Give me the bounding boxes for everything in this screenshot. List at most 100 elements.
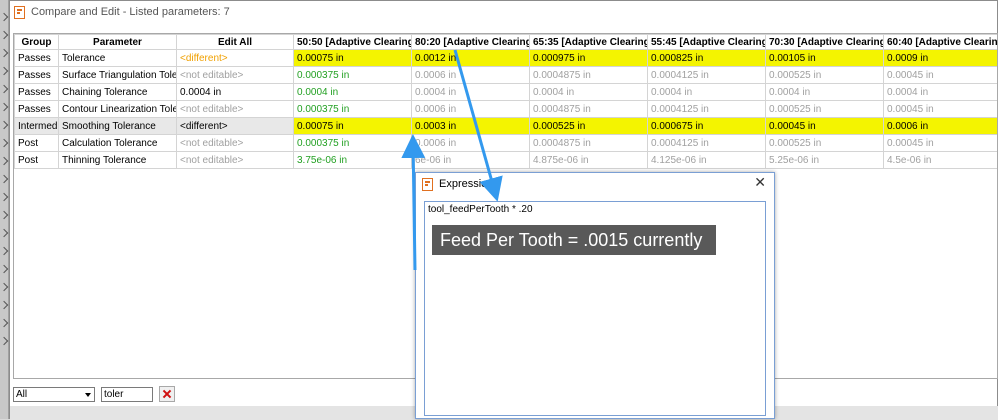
cell-value: 0.0004875 in bbox=[530, 135, 648, 152]
app-logo-icon bbox=[422, 178, 433, 191]
left-toolbar-strip bbox=[0, 0, 9, 419]
cell-value[interactable]: 0.0003 in bbox=[412, 118, 530, 135]
chevron-right-icon[interactable] bbox=[0, 247, 8, 255]
column-header-65-35[interactable]: 65:35 [Adaptive Clearing] bbox=[530, 35, 648, 50]
cell-value: 0.00045 in bbox=[884, 135, 998, 152]
parameter-search-input[interactable]: toler bbox=[101, 387, 153, 402]
cell-value[interactable]: 0.0004 in bbox=[412, 84, 530, 101]
cell-value[interactable]: 0.000975 in bbox=[530, 50, 648, 67]
chevron-right-icon[interactable] bbox=[0, 157, 8, 165]
cell-value[interactable]: 0.00045 in bbox=[766, 118, 884, 135]
cell-value[interactable]: 0.0004 in bbox=[530, 84, 648, 101]
cell-value: 0.000375 in bbox=[294, 101, 412, 118]
cell-parameter: Smoothing Tolerance bbox=[59, 118, 177, 135]
chevron-right-icon[interactable] bbox=[0, 121, 8, 129]
chevron-right-icon[interactable] bbox=[0, 175, 8, 183]
cell-value[interactable]: 0.0004 in bbox=[648, 84, 766, 101]
dialog-titlebar[interactable]: Expression bbox=[416, 173, 774, 195]
cell-value: 0.000525 in bbox=[766, 135, 884, 152]
chevron-right-icon[interactable] bbox=[0, 103, 8, 111]
cell-value: 0.00045 in bbox=[884, 101, 998, 118]
cell-edit-all[interactable]: <different> bbox=[177, 50, 294, 67]
cell-value[interactable]: 0.000675 in bbox=[648, 118, 766, 135]
cell-value: 0.0004875 in bbox=[530, 67, 648, 84]
table-header-row: Group Parameter Edit All 50:50 [Adaptive… bbox=[15, 35, 998, 50]
chevron-right-icon[interactable] bbox=[0, 301, 8, 309]
column-header-edit-all[interactable]: Edit All bbox=[177, 35, 294, 50]
cell-value: 0.0004125 in bbox=[648, 135, 766, 152]
table-row[interactable]: Post Thinning Tolerance <not editable> 3… bbox=[15, 152, 998, 169]
filter-bar: All toler bbox=[13, 384, 175, 404]
chevron-right-icon[interactable] bbox=[0, 229, 8, 237]
cell-group: Post bbox=[15, 135, 59, 152]
cell-value: 4.5e-06 in bbox=[884, 152, 998, 169]
cell-value: 4.875e-06 in bbox=[530, 152, 648, 169]
cell-value[interactable]: 0.0012 in bbox=[412, 50, 530, 67]
column-header-80-20[interactable]: 80:20 [Adaptive Clearing] bbox=[412, 35, 530, 50]
cell-edit-all: <not editable> bbox=[177, 101, 294, 118]
table-row[interactable]: Passes Surface Triangulation Tolerance <… bbox=[15, 67, 998, 84]
window-titlebar[interactable]: Compare and Edit - Listed parameters: 7 bbox=[10, 1, 997, 23]
close-icon[interactable]: ✕ bbox=[754, 176, 766, 190]
group-filter-value: All bbox=[16, 389, 27, 400]
chevron-right-icon[interactable] bbox=[0, 49, 8, 57]
cell-edit-all[interactable]: <different> bbox=[177, 118, 294, 135]
cell-value[interactable]: 0.00075 in bbox=[294, 118, 412, 135]
chevron-right-icon[interactable] bbox=[0, 283, 8, 291]
cell-value: 0.000375 in bbox=[294, 135, 412, 152]
column-header-60-40[interactable]: 60:40 [Adaptive Clearing] bbox=[884, 35, 998, 50]
table-row[interactable]: Passes Chaining Tolerance 0.0004 in 0.00… bbox=[15, 84, 998, 101]
column-header-70-30[interactable]: 70:30 [Adaptive Clearing] bbox=[766, 35, 884, 50]
cell-group: Passes bbox=[15, 101, 59, 118]
chevron-right-icon[interactable] bbox=[0, 337, 8, 345]
cell-value: 0.0006 in bbox=[412, 135, 530, 152]
app-logo-icon bbox=[14, 6, 25, 19]
cell-value[interactable]: 0.000525 in bbox=[530, 118, 648, 135]
cell-value[interactable]: 0.0006 in bbox=[884, 118, 998, 135]
table-row-selected[interactable]: Intermed... Smoothing Tolerance <differe… bbox=[15, 118, 998, 135]
cell-value[interactable]: 0.0004 in bbox=[766, 84, 884, 101]
cell-edit-all: <not editable> bbox=[177, 67, 294, 84]
clear-filter-button[interactable] bbox=[159, 386, 175, 402]
cell-value: 0.0004125 in bbox=[648, 67, 766, 84]
cell-value: 0.0004125 in bbox=[648, 101, 766, 118]
cell-value: 6e-06 in bbox=[412, 152, 530, 169]
cell-value[interactable]: 0.00075 in bbox=[294, 50, 412, 67]
chevron-right-icon[interactable] bbox=[0, 211, 8, 219]
group-filter-select[interactable]: All bbox=[13, 387, 95, 402]
cell-value: 0.0006 in bbox=[412, 67, 530, 84]
cell-parameter: Tolerance bbox=[59, 50, 177, 67]
chevron-right-icon[interactable] bbox=[0, 193, 8, 201]
cell-value[interactable]: 0.0004 in bbox=[884, 84, 998, 101]
table-row[interactable]: Passes Tolerance <different> 0.00075 in … bbox=[15, 50, 998, 67]
chevron-right-icon[interactable] bbox=[0, 31, 8, 39]
chevron-right-icon[interactable] bbox=[0, 13, 8, 21]
cell-parameter: Thinning Tolerance bbox=[59, 152, 177, 169]
chevron-right-icon[interactable] bbox=[0, 265, 8, 273]
column-header-parameter[interactable]: Parameter bbox=[59, 35, 177, 50]
cell-group: Intermed... bbox=[15, 118, 59, 135]
table-row[interactable]: Post Calculation Tolerance <not editable… bbox=[15, 135, 998, 152]
column-header-50-50[interactable]: 50:50 [Adaptive Clearing] bbox=[294, 35, 412, 50]
cell-value[interactable]: 0.000825 in bbox=[648, 50, 766, 67]
chevron-right-icon[interactable] bbox=[0, 139, 8, 147]
cell-value[interactable]: 0.0009 in bbox=[884, 50, 998, 67]
chevron-right-icon[interactable] bbox=[0, 85, 8, 93]
cell-value[interactable]: 0.0004 in bbox=[294, 84, 412, 101]
expression-dialog: Expression ✕ tool_feedPerTooth * .20 bbox=[415, 172, 775, 419]
column-header-group[interactable]: Group bbox=[15, 35, 59, 50]
cell-value: 0.000525 in bbox=[766, 101, 884, 118]
chevron-right-icon[interactable] bbox=[0, 319, 8, 327]
chevron-right-icon[interactable] bbox=[0, 67, 8, 75]
cell-value[interactable]: 0.00105 in bbox=[766, 50, 884, 67]
cell-edit-all[interactable]: 0.0004 in bbox=[177, 84, 294, 101]
dropdown-arrow-icon[interactable] bbox=[85, 393, 91, 397]
table-row[interactable]: Passes Contour Linearization Tolerance <… bbox=[15, 101, 998, 118]
cell-group: Passes bbox=[15, 67, 59, 84]
cell-value: 5.25e-06 in bbox=[766, 152, 884, 169]
cell-value: 0.000375 in bbox=[294, 67, 412, 84]
cell-edit-all: <not editable> bbox=[177, 135, 294, 152]
cell-value: 0.0004875 in bbox=[530, 101, 648, 118]
column-header-55-45[interactable]: 55:45 [Adaptive Clearing] bbox=[648, 35, 766, 50]
annotation-callout: Feed Per Tooth = .0015 currently bbox=[432, 225, 716, 255]
